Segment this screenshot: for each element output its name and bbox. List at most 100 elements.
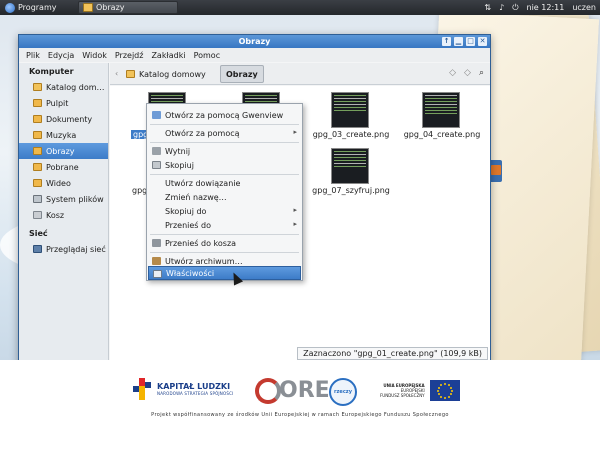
folder-icon: [83, 3, 93, 12]
menu-separator: [150, 124, 299, 125]
menu-item-move-to-trash[interactable]: Przenieś do kosza: [148, 236, 301, 250]
menu-item-rename[interactable]: Zmień nazwę…: [148, 190, 301, 204]
project-caption: Projekt współfinansowany ze środków Unii…: [151, 412, 449, 418]
menu-item-label: Przenieś do: [165, 220, 211, 230]
submenu-arrow-icon: ▸: [293, 128, 297, 136]
menu-plik[interactable]: Plik: [22, 51, 44, 60]
menu-separator: [150, 142, 299, 143]
pictures-folder-icon: [33, 147, 42, 155]
sidebar-item-videos[interactable]: Wideo: [19, 175, 108, 191]
image-thumbnail: [331, 92, 369, 128]
menu-item-properties[interactable]: Właściwości: [148, 266, 301, 280]
file-name: gpg_04_create.png: [403, 130, 481, 139]
view-options-icon[interactable]: ◇: [464, 68, 471, 78]
close-icon[interactable]: ✕: [478, 37, 487, 46]
desktop-folder-icon: [33, 99, 42, 107]
sidebar-item-documents[interactable]: Dokumenty: [19, 111, 108, 127]
breadcrumb-home-label: Katalog domowy: [139, 69, 206, 79]
menu-item-open-with-gwenview[interactable]: Otwórz za pomocą Gwenview: [148, 108, 301, 122]
search-icon[interactable]: ⌕: [479, 68, 484, 78]
volume-icon[interactable]: ♪: [499, 3, 504, 12]
documents-folder-icon: [33, 115, 42, 123]
menu-item-label: Utwórz dowiązanie: [165, 178, 241, 188]
sidebar-item-music[interactable]: Muzyka: [19, 127, 108, 143]
menu-przejdz[interactable]: Przejdź: [111, 51, 148, 60]
cut-icon: [152, 147, 161, 155]
system-tray: ⇅ ♪ ⏻ nie 12:11 uczen: [484, 0, 596, 15]
file-item[interactable]: gpg_03_create.png: [311, 92, 391, 144]
breadcrumb-current[interactable]: Obrazy: [220, 65, 264, 83]
menu-item-label: Wytnij: [165, 146, 191, 156]
sidebar-item-trash[interactable]: Kosz: [19, 207, 108, 223]
file-item[interactable]: gpg_04_create.png: [402, 92, 482, 144]
menu-pomoc[interactable]: Pomoc: [190, 51, 225, 60]
applications-menu-button[interactable]: Programy: [1, 1, 81, 14]
menu-item-label: Otwórz za pomocą Gwenview: [165, 110, 284, 120]
sidebar-item-pictures[interactable]: Obrazy: [19, 143, 108, 159]
archive-icon: [152, 257, 161, 265]
view-switch-icon[interactable]: ◇: [449, 68, 456, 78]
ore-text: ORE: [279, 378, 330, 403]
properties-icon: [153, 270, 162, 278]
file-name: gpg_07_szyfruj.png: [312, 186, 390, 195]
menu-item-label: Skopiuj: [165, 160, 194, 170]
window-title: Obrazy: [238, 37, 271, 46]
menu-widok[interactable]: Widok: [78, 51, 111, 60]
menu-separator: [150, 174, 299, 175]
footer-logos: KAPITAŁ LUDZKI NARODOWA STRATEGIA SPÓJNO…: [0, 360, 600, 450]
drive-icon: [33, 195, 42, 203]
clock[interactable]: nie 12:11: [527, 3, 565, 12]
image-thumbnail: [331, 148, 369, 184]
submenu-arrow-icon: ▸: [293, 220, 297, 228]
sidebar-item-filesystem[interactable]: System plików: [19, 191, 108, 207]
eu-logo: UNIA EUROPEJSKA EUROPEJSKI FUNDUSZ SPOŁE…: [380, 380, 460, 401]
sidebar-item-label: Wideo: [46, 178, 71, 188]
menu-separator: [150, 252, 299, 253]
trash-icon: [33, 211, 42, 219]
menu-item-move-to[interactable]: Przenieś do ▸: [148, 218, 301, 232]
home-folder-icon: [126, 70, 135, 78]
menu-item-open-with[interactable]: Otwórz za pomocą ▸: [148, 126, 301, 140]
menu-item-create-link[interactable]: Utwórz dowiązanie: [148, 176, 301, 190]
downloads-folder-icon: [33, 163, 42, 171]
menubar: Plik Edycja Widok Przejdź Zakładki Pomoc: [19, 48, 490, 62]
network-icon: [33, 245, 42, 253]
window-titlebar[interactable]: Obrazy ↑ ▁ □ ✕: [19, 35, 490, 48]
breadcrumb-left-arrow-icon[interactable]: ‹: [115, 69, 118, 78]
rzeczy-logo: rzeczy: [329, 378, 357, 406]
eu-flag-icon: [429, 380, 460, 401]
breadcrumb-home[interactable]: Katalog domowy: [126, 67, 206, 81]
toolbar-right: ◇ ◇ ⌕: [449, 68, 484, 78]
sidebar-item-label: Przeglądaj sieć: [46, 244, 106, 254]
sidebar-heading-computer: Komputer: [29, 67, 74, 76]
taskbar-window-button[interactable]: Obrazy: [78, 1, 178, 14]
file-item[interactable]: gpg_07_szyfruj.png: [311, 148, 391, 200]
sidebar-item-home[interactable]: Katalog dom…: [19, 79, 108, 95]
location-toolbar: ‹ Katalog domowy Obrazy ◇ ◇ ⌕: [110, 63, 490, 85]
sidebar-item-label: Pobrane: [46, 162, 79, 172]
menu-item-copy[interactable]: Skopiuj: [148, 158, 301, 172]
power-icon[interactable]: ⏻: [512, 3, 518, 13]
menu-item-copy-to[interactable]: Skopiuj do ▸: [148, 204, 301, 218]
keep-above-icon[interactable]: ↑: [442, 37, 451, 46]
sidebar-heading-network: Sieć: [29, 229, 48, 238]
sidebar-item-browse-network[interactable]: Przeglądaj sieć: [19, 241, 108, 257]
sidebar-item-downloads[interactable]: Pobrane: [19, 159, 108, 175]
sidebar-item-desktop[interactable]: Pulpit: [19, 95, 108, 111]
sidebar-item-label: Obrazy: [46, 146, 75, 156]
menu-item-cut[interactable]: Wytnij: [148, 144, 301, 158]
eu-line3: FUNDUSZ SPOŁECZNY: [380, 393, 425, 398]
sidebar-item-label: Muzyka: [46, 130, 77, 140]
menu-edycja[interactable]: Edycja: [44, 51, 78, 60]
sidebar-item-label: Katalog dom…: [46, 82, 105, 92]
menu-zakladki[interactable]: Zakładki: [147, 51, 189, 60]
network-status-icon[interactable]: ⇅: [484, 3, 491, 12]
top-panel: Programy Obrazy ⇅ ♪ ⏻ nie 12:11 uczen: [0, 0, 600, 15]
minimize-icon[interactable]: ▁: [454, 37, 463, 46]
user-name[interactable]: uczen: [572, 3, 596, 12]
places-sidebar: Komputer Katalog dom… Pulpit Dokumenty M…: [19, 63, 109, 370]
sidebar-item-label: Dokumenty: [46, 114, 93, 124]
gwenview-icon: [152, 111, 161, 119]
kapital-ludzki-subtitle: NARODOWA STRATEGIA SPÓJNOŚCI: [157, 391, 234, 396]
maximize-icon[interactable]: □: [466, 37, 475, 46]
